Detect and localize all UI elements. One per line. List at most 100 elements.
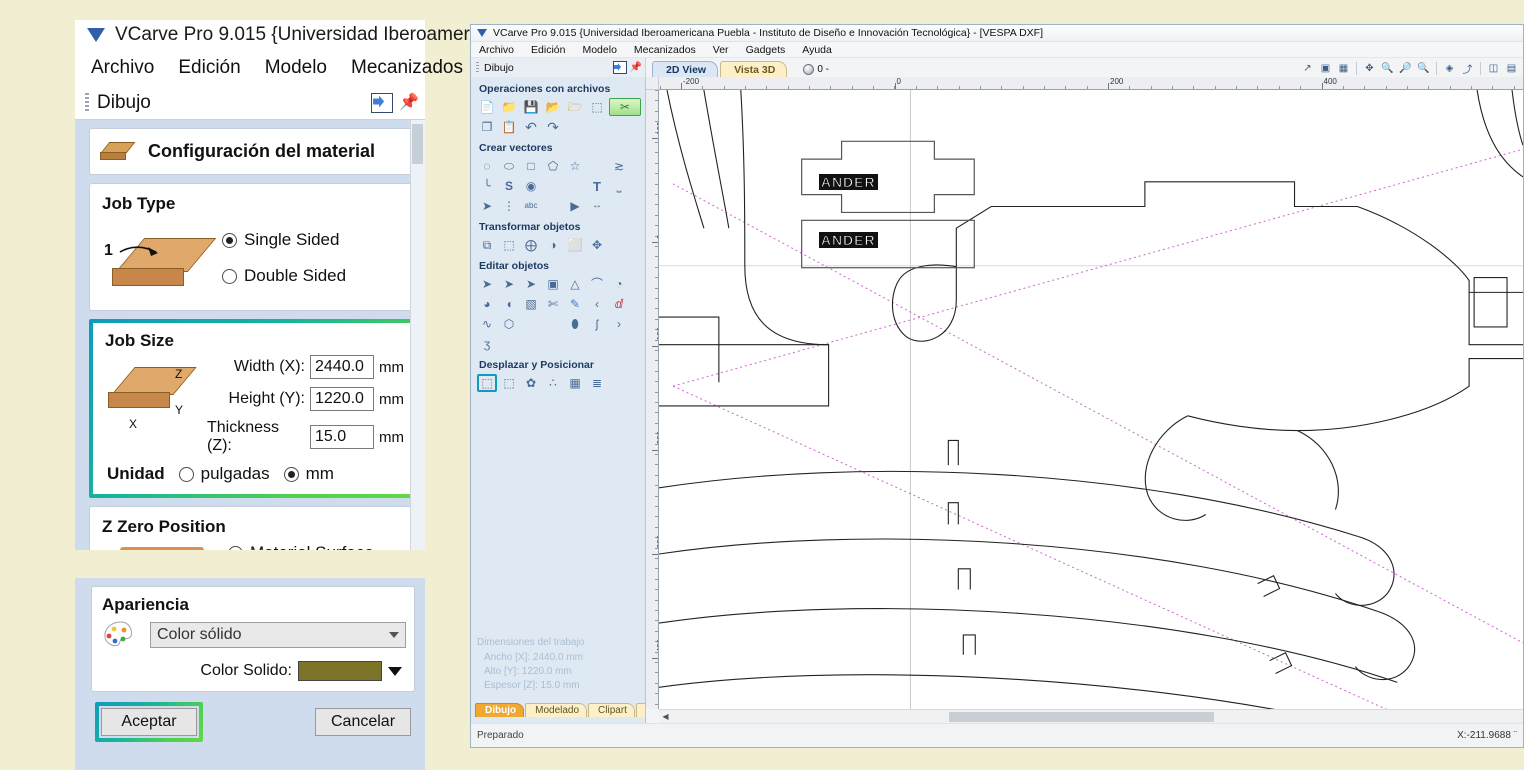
width-input[interactable] bbox=[310, 355, 374, 379]
zoom-fit-icon[interactable]: ◈ bbox=[1442, 61, 1457, 76]
node-edit-icon[interactable]: ➤ bbox=[499, 275, 519, 293]
move-icon[interactable]: ⧉ bbox=[477, 236, 497, 254]
menu-modelo[interactable]: Modelo bbox=[265, 57, 327, 79]
ruler-corner[interactable] bbox=[646, 77, 659, 90]
vector-boundary-icon[interactable]: ▣ bbox=[543, 275, 563, 293]
select-all-icon[interactable]: ⬚ bbox=[587, 98, 607, 116]
array-copy-icon[interactable]: ✿ bbox=[521, 374, 541, 392]
create-ellipse-icon[interactable]: ⬭ bbox=[499, 157, 519, 175]
radio-material-surface[interactable]: Material Surface bbox=[228, 543, 374, 550]
horizontal-ruler[interactable]: -200 0 200 400 bbox=[659, 77, 1523, 90]
auto-hide-icon[interactable] bbox=[612, 61, 627, 74]
bottom-tab-capas[interactable]: Capas bbox=[635, 703, 645, 717]
drag-grip-icon[interactable] bbox=[85, 92, 89, 113]
auto-layout-text-icon[interactable]: ⋮ bbox=[499, 197, 519, 215]
offset-icon[interactable]: ◔ bbox=[609, 275, 629, 293]
vector-text-ander-2[interactable]: ANDER bbox=[818, 232, 878, 249]
create-circle-icon[interactable]: ◌ bbox=[477, 157, 497, 175]
vector-text-ander-1[interactable]: ANDER bbox=[818, 173, 878, 190]
radio-mm[interactable]: mm bbox=[283, 464, 334, 484]
bitmap-trace-icon[interactable]: ▶ bbox=[565, 197, 585, 215]
close-loop-icon[interactable]: ⬮ bbox=[565, 315, 585, 333]
node-tool-icon[interactable]: ⅆ bbox=[609, 295, 629, 313]
create-star-icon[interactable]: ☆ bbox=[565, 157, 585, 175]
drawing-canvas[interactable]: ANDER ANDER bbox=[659, 90, 1523, 709]
scroll-left-arrow-icon[interactable]: ◀ bbox=[659, 712, 672, 721]
triangle-down-icon[interactable] bbox=[388, 666, 402, 676]
nest-icon[interactable]: ⬚ bbox=[499, 374, 519, 392]
new-file-icon[interactable]: 📄 bbox=[477, 98, 497, 116]
menu-ayuda[interactable]: Ayuda bbox=[802, 44, 832, 56]
radio-double-sided[interactable]: Double Sided bbox=[222, 266, 346, 286]
draw-arc-icon[interactable]: ╰ bbox=[477, 177, 497, 195]
open-curve2-icon[interactable]: › bbox=[609, 315, 629, 333]
split-horizontal-icon[interactable]: ◫ bbox=[1486, 61, 1501, 76]
text-on-curve-icon[interactable]: ⎵ bbox=[609, 177, 629, 195]
zoom-out-icon[interactable]: 🔎 bbox=[1398, 61, 1413, 76]
brush-icon[interactable]: ✎ bbox=[565, 295, 585, 313]
hscroll-thumb[interactable] bbox=[949, 711, 1214, 722]
menu-gadgets[interactable]: Gadgets bbox=[746, 44, 786, 56]
close-vector-icon[interactable]: ⬡ bbox=[499, 315, 519, 333]
draw-curve-icon[interactable]: S bbox=[499, 177, 519, 195]
open-curve3-icon[interactable]: ʒ bbox=[477, 335, 497, 353]
cut-icon[interactable]: ✂ bbox=[609, 98, 641, 116]
appearance-mode-select[interactable]: Color sólido bbox=[150, 622, 406, 648]
delete-vector-icon[interactable]: △ bbox=[565, 275, 585, 293]
thickness-input[interactable] bbox=[310, 425, 374, 449]
menu-edicion[interactable]: Edición bbox=[531, 44, 565, 56]
create-polygon-icon[interactable]: ⬠ bbox=[543, 157, 563, 175]
menu-ver[interactable]: Ver bbox=[713, 44, 729, 56]
text-abc-icon[interactable]: abc bbox=[521, 197, 541, 215]
menu-archivo[interactable]: Archivo bbox=[479, 44, 514, 56]
weld-icon[interactable]: ◕ bbox=[477, 295, 497, 313]
radio-single-sided[interactable]: Single Sided bbox=[222, 230, 346, 250]
trim-icon[interactable]: ▧ bbox=[521, 295, 541, 313]
export-vectors-icon[interactable]: 🗁 bbox=[565, 98, 585, 116]
open-file-icon[interactable]: 📁 bbox=[499, 98, 519, 116]
join-open-icon[interactable]: ‹ bbox=[587, 295, 607, 313]
accept-button[interactable]: Aceptar bbox=[101, 708, 197, 736]
paste-icon[interactable]: 📋 bbox=[499, 118, 519, 136]
bottom-tab-modelado[interactable]: Modelado bbox=[525, 703, 588, 717]
zoom-panel-tab-dibujo[interactable]: Dibujo 📌 bbox=[75, 86, 425, 120]
import-vectors-icon[interactable]: 📂 bbox=[543, 98, 563, 116]
redo-icon[interactable]: ↷ bbox=[543, 118, 563, 136]
block-copy-icon[interactable]: ▦ bbox=[565, 374, 585, 392]
sort-icon[interactable]: ≣ bbox=[587, 374, 607, 392]
tab-2d-view[interactable]: 2D View bbox=[652, 61, 719, 77]
menu-edicion[interactable]: Edición bbox=[178, 57, 240, 79]
bottom-tab-clipart[interactable]: Clipart bbox=[588, 703, 635, 717]
drag-grip-icon[interactable] bbox=[476, 62, 479, 73]
dimension-icon[interactable]: ↔ bbox=[587, 197, 607, 215]
layer-box-icon[interactable]: ▣ bbox=[1318, 61, 1333, 76]
bottom-tab-dibujo[interactable]: Dibujo bbox=[475, 703, 525, 717]
pin-icon[interactable]: 📌 bbox=[399, 94, 419, 111]
zoom-indicator[interactable]: 0 - bbox=[803, 64, 829, 77]
menu-archivo[interactable]: Archivo bbox=[91, 57, 154, 79]
node-edit-plus-icon[interactable]: ➤ bbox=[521, 275, 541, 293]
distort-icon[interactable]: ⬜ bbox=[565, 236, 585, 254]
subtract-icon[interactable]: ◖ bbox=[499, 295, 519, 313]
menu-modelo[interactable]: Modelo bbox=[582, 44, 616, 56]
menu-mecanizados[interactable]: Mecanizados bbox=[351, 57, 463, 79]
measure-icon[interactable]: ↗ bbox=[1300, 61, 1315, 76]
fillet-icon[interactable]: ⌒ bbox=[587, 275, 607, 293]
zoom-in-icon[interactable]: 🔍 bbox=[1380, 61, 1395, 76]
select-tool-icon[interactable]: ➤ bbox=[477, 275, 497, 293]
create-rectangle-icon[interactable]: □ bbox=[521, 157, 541, 175]
panel-tab-dibujo[interactable]: Dibujo 📌 bbox=[471, 58, 646, 77]
smooth-curve-icon[interactable]: ∿ bbox=[477, 315, 497, 333]
canvas-horizontal-scrollbar[interactable]: ◀ bbox=[659, 709, 1523, 723]
edit-text-icon[interactable]: ➤ bbox=[477, 197, 497, 215]
height-input[interactable] bbox=[310, 387, 374, 411]
open-curve1-icon[interactable]: ʃ bbox=[587, 315, 607, 333]
radio-inches[interactable]: pulgadas bbox=[178, 464, 270, 484]
rotate-icon[interactable]: ⨁ bbox=[521, 236, 541, 254]
menu-mecanizados[interactable]: Mecanizados bbox=[634, 44, 696, 56]
tab-vista-3d[interactable]: Vista 3D bbox=[720, 61, 788, 77]
draw-spiral-icon[interactable]: ◉ bbox=[521, 177, 541, 195]
undo-icon[interactable]: ↶ bbox=[521, 118, 541, 136]
split-vertical-icon[interactable]: ▤ bbox=[1504, 61, 1519, 76]
pan-icon[interactable]: ✥ bbox=[1362, 61, 1377, 76]
